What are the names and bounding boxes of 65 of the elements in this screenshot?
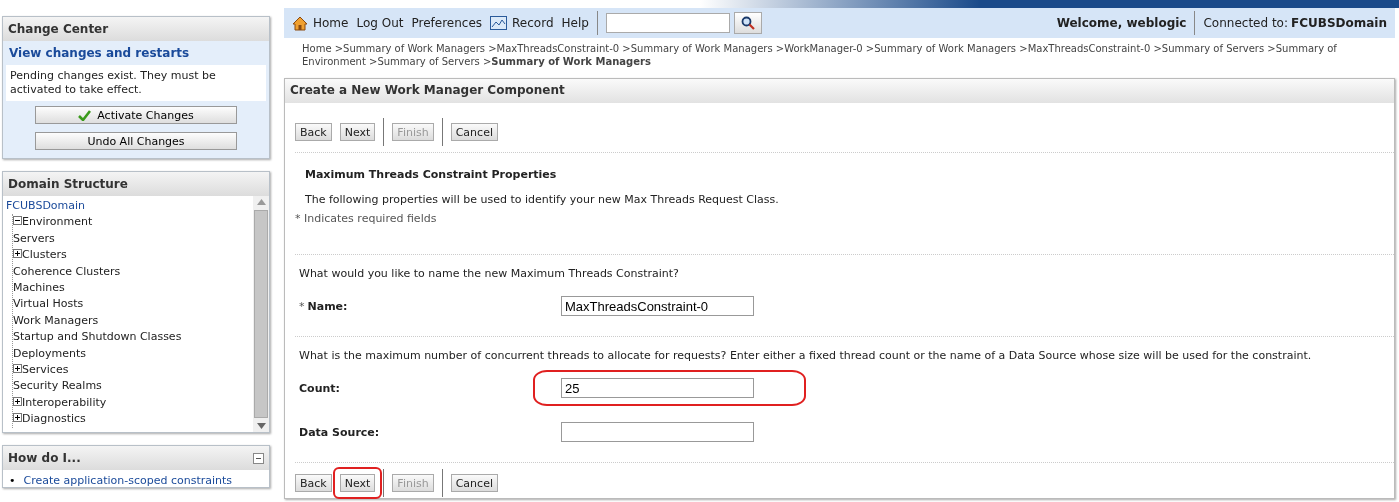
panel-title: Change Center	[3, 17, 269, 41]
help-link[interactable]: Create application-scoped constraints	[23, 474, 233, 487]
tree-item[interactable]: Work Managers	[13, 313, 99, 327]
tree-item[interactable]: Environment	[22, 215, 93, 229]
chart-icon	[490, 16, 508, 30]
search-field[interactable]	[605, 13, 730, 33]
activate-changes-button[interactable]: Activate Changes	[35, 106, 237, 124]
toolbar-link[interactable]: Log Out	[356, 16, 404, 30]
collapse-icon[interactable]	[13, 216, 22, 226]
field-label: Count:	[299, 381, 340, 395]
tree-item[interactable]: Machines	[13, 281, 65, 295]
tree-item[interactable]: Startup and Shutdown Classes	[13, 330, 182, 344]
expand-icon[interactable]	[13, 364, 22, 374]
expand-icon[interactable]	[13, 249, 22, 259]
panel-title: Domain Structure	[3, 172, 269, 196]
scroll-down-icon[interactable]	[256, 423, 266, 429]
bullet: •	[9, 474, 16, 487]
toolbar-link[interactable]: Home	[292, 15, 349, 31]
search-icon	[740, 16, 755, 30]
house-icon	[292, 15, 308, 31]
welcome-text: Welcome, weblogic	[1056, 16, 1187, 30]
wizard-button[interactable]: Next	[339, 474, 376, 492]
panel-title: Create a New Work Manager Component	[285, 79, 1394, 103]
field-label: Name:	[307, 299, 348, 313]
tree-item[interactable]: Virtual Hosts	[13, 297, 84, 311]
domain-name: FCUBSDomain	[1291, 16, 1387, 30]
undo-changes-button[interactable]: Undo All Changes	[35, 132, 237, 150]
tree-item[interactable]: Security Realms	[13, 379, 102, 393]
breadcrumb[interactable]: Home >Summary of Work Managers >MaxThreadsConstraint-0 >Summary of Work Managers >WorkManager-0 >Summary of Work Managers >MaxThreadsConstraint-0 >Summary of Servers >Summary of Environment >Summary of Servers >Summary of Work Managers	[302, 42, 1377, 68]
required-mark: *	[299, 299, 305, 313]
connected-label: Connected to:	[1203, 16, 1288, 30]
question-text: What is the maximum number of concurrent threads to allocate for requests? Enter either a fixed thread count or the name of a Data Source whose size will be used for the constraint.	[298, 348, 1313, 364]
panel-title: How do I...	[8, 451, 81, 465]
expand-icon[interactable]	[13, 413, 22, 423]
toolbar-link[interactable]: Help	[561, 16, 589, 30]
check-icon	[78, 109, 92, 121]
tree-item[interactable]: Interoperability	[22, 395, 107, 409]
tree-item[interactable]: Coherence Clusters	[13, 264, 121, 278]
pending-message: Pending changes exist. They must be activated to take effect.	[6, 65, 266, 101]
toolbar-link[interactable]: Record	[490, 16, 554, 30]
expand-icon[interactable]	[13, 396, 22, 406]
required-note: * Indicates required fields	[295, 212, 438, 227]
section-title: Maximum Threads Constraint Properties	[304, 167, 558, 183]
scrollbar[interactable]	[253, 196, 269, 432]
question-text: What would you like to name the new Maximum Threads Constraint?	[298, 266, 680, 282]
wizard-button[interactable]: Cancel	[450, 474, 498, 492]
tree-item[interactable]: FCUBSDomain	[6, 199, 86, 212]
tree-item[interactable]: Servers	[13, 231, 55, 245]
field-label: Data Source:	[299, 425, 380, 439]
tree-item[interactable]: Diagnostics	[22, 412, 86, 426]
view-changes-link[interactable]: View changes and restarts	[3, 41, 269, 65]
input-field[interactable]: MaxThreadsConstraint-0	[561, 296, 754, 316]
intro-text: The following properties will be used to identify your new Max Threads Request Class.	[304, 192, 780, 208]
wizard-button[interactable]: Back	[295, 474, 332, 492]
tree-item[interactable]: Clusters	[22, 248, 67, 262]
tree-item[interactable]: Services	[22, 363, 69, 377]
toolbar-link[interactable]: Preferences	[411, 16, 483, 30]
wizard-button[interactable]: Next	[339, 123, 376, 141]
search-button[interactable]	[733, 12, 762, 34]
collapse-icon[interactable]	[253, 452, 264, 464]
tree-item[interactable]: Deployments	[13, 346, 86, 360]
wizard-button[interactable]: Back	[295, 123, 332, 141]
wizard-button[interactable]: Cancel	[450, 123, 498, 141]
input-field[interactable]	[561, 422, 754, 442]
input-field[interactable]: 25	[561, 378, 754, 398]
